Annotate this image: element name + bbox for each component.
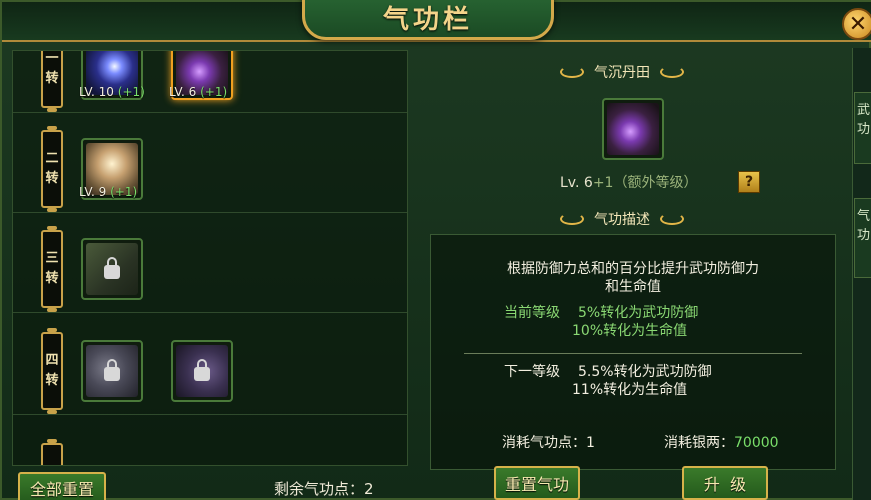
side-tab-label: 气 功 xyxy=(856,209,870,243)
swirl-ornament-icon xyxy=(560,213,584,225)
reset-skill-button[interactable]: 重置气功 xyxy=(494,466,580,500)
desc-header-label: 气功描述 xyxy=(594,212,650,228)
tier-row: 四转 xyxy=(13,327,407,415)
side-tab-qigong[interactable]: 气 功 xyxy=(854,198,871,278)
lock-icon xyxy=(104,359,120,381)
tier-tag-char: 转 xyxy=(45,71,59,86)
selected-skill-icon xyxy=(602,98,664,160)
locked-skill-slot[interactable] xyxy=(171,340,233,402)
tier-tag: 三转 xyxy=(41,226,63,312)
window-title: 气功栏 xyxy=(382,4,473,35)
skill-level-value: Lv. 6 xyxy=(560,175,593,191)
locked-skill-slot[interactable] xyxy=(81,238,143,300)
lock-icon xyxy=(104,257,120,279)
current-effect-1: 5%转化为武功防御 xyxy=(578,305,699,321)
upgrade-button[interactable]: 升 级 xyxy=(682,466,768,500)
close-icon: ✕ xyxy=(848,11,868,37)
swirl-ornament-icon xyxy=(660,66,684,78)
desc-line-2: 和生命值 xyxy=(605,279,661,295)
remaining-points: 剩余气功点：2 xyxy=(274,480,374,498)
current-effect-2: 10%转化为生命值 xyxy=(572,323,688,339)
tier-row: 二转 LV. 9 (+1) xyxy=(13,125,407,213)
cost-silver: 消耗银两：70000 xyxy=(664,434,779,452)
reset-all-label: 全部重置 xyxy=(29,480,94,499)
divider xyxy=(464,353,802,354)
tier-tag: 四转 xyxy=(41,328,63,414)
cost-silver-value: 70000 xyxy=(734,435,779,451)
reset-skill-label: 重置气功 xyxy=(504,475,569,494)
tier-tag-char: 转 xyxy=(45,171,59,186)
skill-level-label: LV. 10 (+1) xyxy=(79,85,145,99)
tier-tag-char: 转 xyxy=(45,373,59,388)
next-effect-2: 11%转化为生命值 xyxy=(572,382,688,398)
skill-level-value: LV. 6 xyxy=(169,85,197,99)
tier-tag-char: 一 xyxy=(45,51,59,66)
skill-name: 气沉丹田 xyxy=(594,65,650,81)
cost-points: 消耗气功点：1 xyxy=(502,435,595,451)
current-level-label: 当前等级 xyxy=(504,305,560,321)
skill-level-value: LV. 9 xyxy=(79,185,107,199)
tier-tag-char: 三 xyxy=(45,251,59,266)
desc-line-1: 根据防御力总和的百分比提升武功防御力 xyxy=(507,261,759,277)
question-icon: ? xyxy=(744,174,754,190)
tier-tag: 一转 xyxy=(41,51,63,112)
skill-level-label: LV. 9 (+1) xyxy=(79,185,137,199)
reset-all-button[interactable]: 全部重置 xyxy=(18,472,106,500)
next-level-label: 下一等级 xyxy=(504,364,560,380)
tier-tag: 二转 xyxy=(41,126,63,212)
swirl-ornament-icon xyxy=(660,213,684,225)
tier-tag-char: 二 xyxy=(45,151,59,166)
side-tab-wugong[interactable]: 武 功 xyxy=(854,92,871,164)
swirl-ornament-icon xyxy=(560,66,584,78)
skill-name-header: 气沉丹田 xyxy=(560,62,684,82)
skill-level-bonus: (+1) xyxy=(200,85,228,99)
skill-level-label: LV. 6 (+1) xyxy=(169,85,227,99)
lock-icon xyxy=(194,359,210,381)
next-effect-1: 5.5%转化为武功防御 xyxy=(578,364,712,380)
help-button[interactable]: ? xyxy=(738,171,760,193)
title-bar: 气功栏 xyxy=(2,0,871,42)
cost-silver-label: 消耗银两： xyxy=(664,435,734,451)
skill-level: Lv. 6+1（额外等级） xyxy=(560,172,697,192)
side-tab-label: 武 功 xyxy=(856,103,870,137)
desc-header: 气功描述 xyxy=(560,209,684,229)
skill-level-value: LV. 10 xyxy=(79,85,114,99)
tier-tag xyxy=(41,439,63,465)
title-plate: 气功栏 xyxy=(302,0,554,40)
skill-level-bonus: +1（额外等级） xyxy=(592,175,698,191)
tier-row: 三转 xyxy=(13,225,407,313)
locked-skill-slot[interactable] xyxy=(81,340,143,402)
qigong-window: 气功栏 ✕ 一转 LV. 10 (+1) LV. 6 (+1) 二转 LV. 9 (+1… xyxy=(0,0,871,500)
close-button[interactable]: ✕ xyxy=(842,8,871,40)
tier-tag-char: 四 xyxy=(45,353,59,368)
tier-list[interactable]: 一转 LV. 10 (+1) LV. 6 (+1) 二转 LV. 9 (+1) 三转四转 xyxy=(12,50,408,466)
skill-level-bonus: (+1) xyxy=(110,185,138,199)
skill-art xyxy=(607,103,659,155)
tier-tag-char: 转 xyxy=(45,271,59,286)
tier-row: 一转 LV. 10 (+1) LV. 6 (+1) xyxy=(13,51,407,113)
upgrade-label: 升 级 xyxy=(703,475,747,494)
skill-level-bonus: (+1) xyxy=(117,85,145,99)
